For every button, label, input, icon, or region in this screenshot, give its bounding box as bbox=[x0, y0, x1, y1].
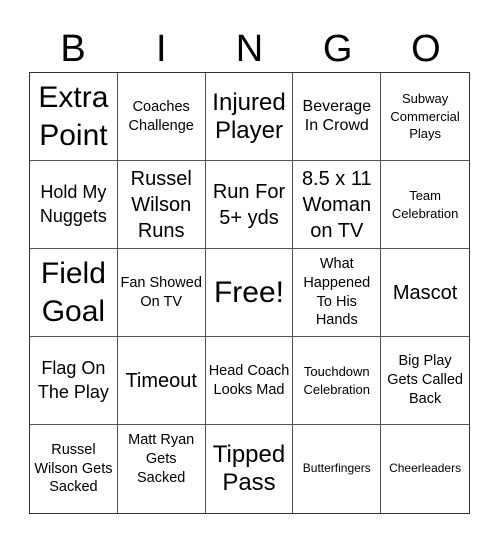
bingo-cell[interactable]: Hold My Nuggets bbox=[30, 161, 118, 249]
bingo-cell[interactable]: Beverage In Crowd bbox=[293, 73, 382, 161]
bingo-cell[interactable]: Russel Wilson Runs bbox=[117, 161, 206, 249]
bingo-cell[interactable]: Field Goal bbox=[30, 249, 118, 337]
bingo-cell[interactable]: Tipped Pass bbox=[206, 425, 294, 513]
bingo-cell[interactable]: Mascot bbox=[381, 249, 469, 337]
free-space[interactable]: Free! bbox=[205, 249, 294, 337]
bingo-cell[interactable]: Touchdown Celebration bbox=[293, 337, 382, 425]
bingo-cell[interactable]: Fan Showed On TV bbox=[117, 249, 206, 337]
bingo-cell[interactable]: Timeout bbox=[117, 337, 206, 425]
header-letter-o: O bbox=[411, 28, 441, 70]
header-letter-g: G bbox=[322, 28, 353, 70]
bingo-cell[interactable]: Head Coach Looks Mad bbox=[205, 337, 294, 425]
bingo-cell[interactable]: Run For 5+ yds bbox=[205, 161, 294, 249]
header-letter-b: B bbox=[60, 28, 86, 70]
bingo-cell[interactable]: Subway Commercial Plays bbox=[381, 73, 469, 161]
header-letter-i: I bbox=[156, 28, 167, 70]
bingo-cell[interactable]: Big Play Gets Called Back bbox=[381, 337, 469, 425]
bingo-cell[interactable]: What Happened To His Hands bbox=[293, 249, 382, 337]
bingo-cell[interactable]: Injured Player bbox=[205, 73, 294, 161]
bingo-card-grid: Extra Point Coaches Challenge Injured Pl… bbox=[29, 72, 470, 514]
bingo-cell[interactable]: Matt Ryan Gets Sacked bbox=[118, 425, 206, 513]
bingo-cell[interactable]: 8.5 x 11 Woman on TV bbox=[293, 161, 382, 249]
bingo-cell[interactable]: Coaches Challenge bbox=[117, 73, 206, 161]
bingo-cell[interactable]: Extra Point bbox=[30, 73, 118, 161]
header-letter-n: N bbox=[235, 28, 264, 70]
bingo-header: B I N G O bbox=[29, 26, 470, 72]
bingo-cell[interactable]: Butterfingers bbox=[293, 425, 382, 513]
bingo-cell[interactable]: Team Celebration bbox=[381, 161, 469, 249]
bingo-cell[interactable]: Russel Wilson Gets Sacked bbox=[30, 425, 118, 513]
bingo-cell[interactable]: Cheerleaders bbox=[381, 425, 469, 513]
bingo-cell[interactable]: Flag On The Play bbox=[30, 337, 118, 425]
